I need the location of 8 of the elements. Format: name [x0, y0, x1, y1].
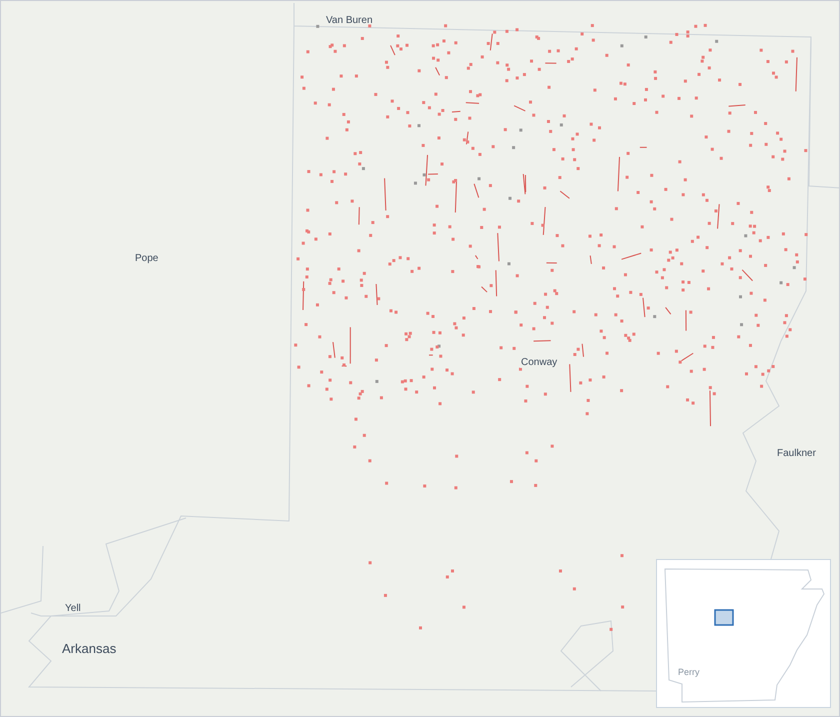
place-label: Pope [135, 253, 158, 264]
place-label: Yell [65, 603, 81, 614]
place-label: Perry [678, 667, 700, 677]
place-label: Faulkner [777, 448, 816, 459]
place-label: Conway [520, 357, 558, 368]
viewport-rectangle [714, 609, 734, 626]
place-label: Van Buren [326, 15, 373, 26]
place-label: Arkansas [62, 641, 116, 656]
